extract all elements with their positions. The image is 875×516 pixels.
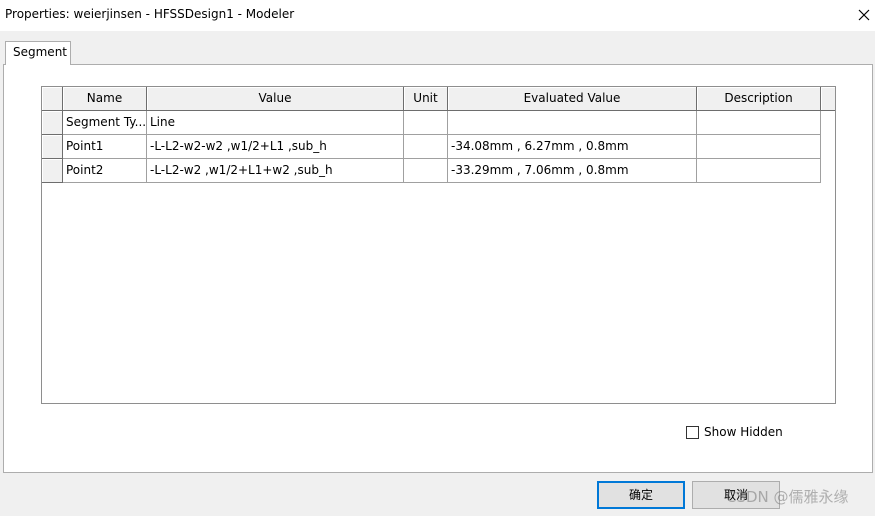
- cell-unit[interactable]: [404, 159, 448, 183]
- header-filler: [821, 87, 835, 111]
- window-title: Properties: weierjinsen - HFSSDesign1 - …: [5, 7, 295, 21]
- cell-name[interactable]: Point2: [63, 159, 147, 183]
- column-header-evaluated-value[interactable]: Evaluated Value: [448, 87, 697, 111]
- column-header-value[interactable]: Value: [147, 87, 404, 111]
- cell-description[interactable]: [697, 111, 821, 135]
- column-header-description[interactable]: Description: [697, 87, 821, 111]
- cell-unit[interactable]: [404, 111, 448, 135]
- show-hidden-label: Show Hidden: [704, 425, 783, 439]
- cell-name[interactable]: Segment Ty...: [63, 111, 147, 135]
- cell-value[interactable]: Line: [147, 111, 404, 135]
- column-header-unit[interactable]: Unit: [404, 87, 448, 111]
- cell-name[interactable]: Point1: [63, 135, 147, 159]
- property-grid: Name Value Unit Evaluated Value Descript…: [41, 86, 836, 404]
- close-icon: [858, 9, 870, 21]
- cancel-button[interactable]: 取消: [692, 481, 780, 509]
- tab-segment[interactable]: Segment: [5, 41, 71, 65]
- cell-evaluated-value: -34.08mm , 6.27mm , 0.8mm: [448, 135, 697, 159]
- grid-corner: [42, 87, 63, 111]
- column-header-name[interactable]: Name: [63, 87, 147, 111]
- cell-evaluated-value: [448, 111, 697, 135]
- row-header[interactable]: [42, 159, 63, 183]
- cell-description[interactable]: [697, 135, 821, 159]
- close-button[interactable]: [849, 1, 875, 29]
- tab-segment-label: Segment: [13, 45, 67, 59]
- cell-evaluated-value: -33.29mm , 7.06mm , 0.8mm: [448, 159, 697, 183]
- show-hidden-option[interactable]: Show Hidden: [686, 424, 783, 440]
- title-bar: Properties: weierjinsen - HFSSDesign1 - …: [0, 0, 875, 31]
- cell-value[interactable]: -L-L2-w2 ,w1/2+L1+w2 ,sub_h: [147, 159, 404, 183]
- cell-value[interactable]: -L-L2-w2-w2 ,w1/2+L1 ,sub_h: [147, 135, 404, 159]
- ok-button[interactable]: 确定: [597, 481, 685, 509]
- row-header[interactable]: [42, 135, 63, 159]
- cell-unit[interactable]: [404, 135, 448, 159]
- show-hidden-checkbox[interactable]: [686, 425, 699, 439]
- row-header[interactable]: [42, 111, 63, 135]
- cell-description[interactable]: [697, 159, 821, 183]
